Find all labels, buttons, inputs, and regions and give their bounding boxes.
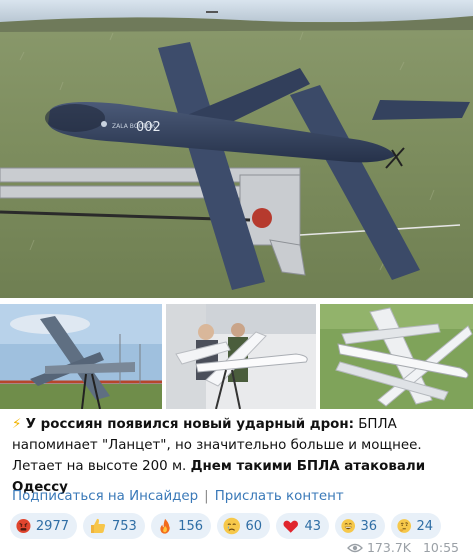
post-time: 10:55 xyxy=(422,540,459,555)
post-links: Подписаться на Инсайдер | Прислать контент xyxy=(12,489,344,504)
media-thumbnail-row xyxy=(0,304,473,409)
thumbs-up-icon xyxy=(91,518,106,533)
fire-icon xyxy=(160,518,170,534)
post-meta: 173.7K 10:55 xyxy=(347,540,459,555)
angry-face-icon xyxy=(16,518,31,534)
thumbnail-drone-sky[interactable] xyxy=(0,304,162,409)
link-separator: | xyxy=(204,489,209,504)
eye-icon xyxy=(347,543,363,552)
reaction-count: 156 xyxy=(178,518,203,534)
reaction-grinning[interactable]: 36 xyxy=(335,513,385,539)
heart-icon xyxy=(283,520,298,533)
reaction-count: 2977 xyxy=(35,518,69,534)
post-text: ⚡ У россиян появился новый ударный дрон:… xyxy=(12,414,467,498)
reaction-crying[interactable]: 60 xyxy=(217,513,270,539)
view-count: 173.7K xyxy=(366,540,411,555)
reaction-angry[interactable]: 2977 xyxy=(10,513,77,539)
subscribe-link[interactable]: Подписаться на Инсайдер xyxy=(12,489,198,504)
thumbnail-drone-grass[interactable] xyxy=(320,304,473,409)
submit-content-link[interactable]: Прислать контент xyxy=(215,489,344,504)
drone-marking: 002 xyxy=(136,120,161,135)
reaction-heart[interactable]: 43 xyxy=(276,513,329,539)
thumbnail-drone-exhibition[interactable] xyxy=(166,304,316,409)
reaction-count: 24 xyxy=(416,518,433,534)
reaction-thinking[interactable]: 24 xyxy=(391,513,441,539)
reaction-thumbs-up[interactable]: 753 xyxy=(83,513,145,539)
thinking-face-icon xyxy=(397,519,412,533)
reaction-fire[interactable]: 156 xyxy=(151,513,211,539)
reaction-count: 43 xyxy=(304,518,321,534)
lightning-icon: ⚡ xyxy=(12,417,22,432)
post-text-bold-lead: У россиян появился новый ударный дрон: xyxy=(25,417,354,432)
grinning-face-icon xyxy=(341,519,356,533)
crying-face-icon xyxy=(223,517,240,535)
reaction-count: 753 xyxy=(112,518,137,534)
main-photo[interactable]: ZALA ВОСТОК 002 xyxy=(0,0,473,298)
reaction-count: 36 xyxy=(360,518,377,534)
reaction-count: 60 xyxy=(245,518,262,534)
